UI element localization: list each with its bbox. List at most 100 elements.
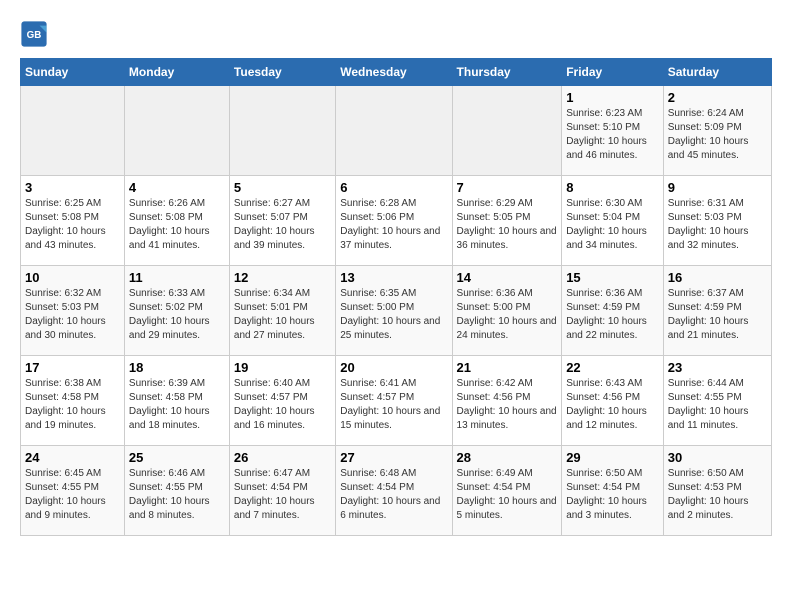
day-number: 9 bbox=[668, 180, 767, 195]
calendar-cell: 11 Sunrise: 6:33 AMSunset: 5:02 PMDayligh… bbox=[124, 266, 229, 356]
calendar-week-row: 24 Sunrise: 6:45 AMSunset: 4:55 PMDayligh… bbox=[21, 446, 772, 536]
calendar-cell: 5 Sunrise: 6:27 AMSunset: 5:07 PMDaylight… bbox=[229, 176, 335, 266]
day-info: Sunrise: 6:45 AMSunset: 4:55 PMDaylight:… bbox=[25, 467, 120, 523]
calendar-cell: 22 Sunrise: 6:43 AMSunset: 4:56 PMDayligh… bbox=[562, 356, 664, 446]
day-info: Sunrise: 6:44 AMSunset: 4:55 PMDaylight:… bbox=[668, 377, 767, 433]
calendar-cell bbox=[336, 86, 452, 176]
day-number: 4 bbox=[129, 180, 225, 195]
calendar-week-row: 17 Sunrise: 6:38 AMSunset: 4:58 PMDayligh… bbox=[21, 356, 772, 446]
page-header: GB bbox=[20, 20, 772, 48]
day-number: 5 bbox=[234, 180, 331, 195]
calendar-cell: 17 Sunrise: 6:38 AMSunset: 4:58 PMDayligh… bbox=[21, 356, 125, 446]
day-info: Sunrise: 6:47 AMSunset: 4:54 PMDaylight:… bbox=[234, 467, 331, 523]
calendar-cell: 1Sunrise: 6:23 AMSunset: 5:10 PMDaylight… bbox=[562, 86, 664, 176]
calendar-cell: 2 Sunrise: 6:24 AMSunset: 5:09 PMDaylight… bbox=[663, 86, 771, 176]
day-number: 18 bbox=[129, 360, 225, 375]
weekday-header-sunday: Sunday bbox=[21, 59, 125, 86]
day-number: 8 bbox=[566, 180, 659, 195]
day-number: 24 bbox=[25, 450, 120, 465]
calendar-cell: 14 Sunrise: 6:36 AMSunset: 5:00 PMDayligh… bbox=[452, 266, 562, 356]
day-number: 22 bbox=[566, 360, 659, 375]
logo-icon: GB bbox=[20, 20, 48, 48]
weekday-header-friday: Friday bbox=[562, 59, 664, 86]
day-info: Sunrise: 6:28 AMSunset: 5:06 PMDaylight:… bbox=[340, 197, 447, 253]
calendar-cell bbox=[229, 86, 335, 176]
day-number: 6 bbox=[340, 180, 447, 195]
calendar-cell: 24 Sunrise: 6:45 AMSunset: 4:55 PMDayligh… bbox=[21, 446, 125, 536]
calendar-cell: 30Sunrise: 6:50 AMSunset: 4:53 PMDayligh… bbox=[663, 446, 771, 536]
weekday-header-saturday: Saturday bbox=[663, 59, 771, 86]
calendar-cell bbox=[124, 86, 229, 176]
day-info: Sunrise: 6:29 AMSunset: 5:05 PMDaylight:… bbox=[457, 197, 558, 253]
day-number: 11 bbox=[129, 270, 225, 285]
day-info: Sunrise: 6:27 AMSunset: 5:07 PMDaylight:… bbox=[234, 197, 331, 253]
calendar-week-row: 1Sunrise: 6:23 AMSunset: 5:10 PMDaylight… bbox=[21, 86, 772, 176]
day-info: Sunrise: 6:30 AMSunset: 5:04 PMDaylight:… bbox=[566, 197, 659, 253]
day-info: Sunrise: 6:38 AMSunset: 4:58 PMDaylight:… bbox=[25, 377, 120, 433]
calendar-cell: 28 Sunrise: 6:49 AMSunset: 4:54 PMDayligh… bbox=[452, 446, 562, 536]
calendar-week-row: 10 Sunrise: 6:32 AMSunset: 5:03 PMDayligh… bbox=[21, 266, 772, 356]
calendar-cell: 10 Sunrise: 6:32 AMSunset: 5:03 PMDayligh… bbox=[21, 266, 125, 356]
day-info: Sunrise: 6:49 AMSunset: 4:54 PMDaylight:… bbox=[457, 467, 558, 523]
calendar-cell: 9 Sunrise: 6:31 AMSunset: 5:03 PMDaylight… bbox=[663, 176, 771, 266]
calendar-cell: 13Sunrise: 6:35 AMSunset: 5:00 PMDayligh… bbox=[336, 266, 452, 356]
day-info: Sunrise: 6:48 AMSunset: 4:54 PMDaylight:… bbox=[340, 467, 447, 523]
weekday-header-wednesday: Wednesday bbox=[336, 59, 452, 86]
calendar-cell: 21 Sunrise: 6:42 AMSunset: 4:56 PMDayligh… bbox=[452, 356, 562, 446]
calendar-cell: 4 Sunrise: 6:26 AMSunset: 5:08 PMDaylight… bbox=[124, 176, 229, 266]
day-info: Sunrise: 6:34 AMSunset: 5:01 PMDaylight:… bbox=[234, 287, 331, 343]
day-info: Sunrise: 6:31 AMSunset: 5:03 PMDaylight:… bbox=[668, 197, 767, 253]
day-number: 7 bbox=[457, 180, 558, 195]
calendar-cell: 29 Sunrise: 6:50 AMSunset: 4:54 PMDayligh… bbox=[562, 446, 664, 536]
svg-text:GB: GB bbox=[27, 30, 42, 41]
day-info: Sunrise: 6:42 AMSunset: 4:56 PMDaylight:… bbox=[457, 377, 558, 433]
calendar-cell: 8 Sunrise: 6:30 AMSunset: 5:04 PMDaylight… bbox=[562, 176, 664, 266]
calendar-cell bbox=[452, 86, 562, 176]
day-info: Sunrise: 6:37 AMSunset: 4:59 PMDaylight:… bbox=[668, 287, 767, 343]
calendar-cell: 6 Sunrise: 6:28 AMSunset: 5:06 PMDaylight… bbox=[336, 176, 452, 266]
day-info: Sunrise: 6:25 AMSunset: 5:08 PMDaylight:… bbox=[25, 197, 120, 253]
day-number: 29 bbox=[566, 450, 659, 465]
calendar-cell: 23 Sunrise: 6:44 AMSunset: 4:55 PMDayligh… bbox=[663, 356, 771, 446]
day-number: 21 bbox=[457, 360, 558, 375]
calendar-cell: 16Sunrise: 6:37 AMSunset: 4:59 PMDayligh… bbox=[663, 266, 771, 356]
calendar-table: SundayMondayTuesdayWednesdayThursdayFrid… bbox=[20, 58, 772, 536]
weekday-header-monday: Monday bbox=[124, 59, 229, 86]
day-info: Sunrise: 6:35 AMSunset: 5:00 PMDaylight:… bbox=[340, 287, 447, 343]
calendar-cell: 19 Sunrise: 6:40 AMSunset: 4:57 PMDayligh… bbox=[229, 356, 335, 446]
calendar-cell: 12 Sunrise: 6:34 AMSunset: 5:01 PMDayligh… bbox=[229, 266, 335, 356]
day-number: 17 bbox=[25, 360, 120, 375]
day-info: Sunrise: 6:33 AMSunset: 5:02 PMDaylight:… bbox=[129, 287, 225, 343]
day-info: Sunrise: 6:43 AMSunset: 4:56 PMDaylight:… bbox=[566, 377, 659, 433]
day-info: Sunrise: 6:23 AMSunset: 5:10 PMDaylight:… bbox=[566, 107, 659, 163]
day-number: 23 bbox=[668, 360, 767, 375]
calendar-cell: 3Sunrise: 6:25 AMSunset: 5:08 PMDaylight… bbox=[21, 176, 125, 266]
calendar-cell bbox=[21, 86, 125, 176]
day-info: Sunrise: 6:26 AMSunset: 5:08 PMDaylight:… bbox=[129, 197, 225, 253]
day-number: 2 bbox=[668, 90, 767, 105]
calendar-cell: 7 Sunrise: 6:29 AMSunset: 5:05 PMDaylight… bbox=[452, 176, 562, 266]
calendar-cell: 25Sunrise: 6:46 AMSunset: 4:55 PMDayligh… bbox=[124, 446, 229, 536]
day-number: 14 bbox=[457, 270, 558, 285]
day-info: Sunrise: 6:50 AMSunset: 4:53 PMDaylight:… bbox=[668, 467, 767, 523]
day-info: Sunrise: 6:39 AMSunset: 4:58 PMDaylight:… bbox=[129, 377, 225, 433]
day-info: Sunrise: 6:50 AMSunset: 4:54 PMDaylight:… bbox=[566, 467, 659, 523]
day-number: 12 bbox=[234, 270, 331, 285]
day-number: 15 bbox=[566, 270, 659, 285]
day-number: 27 bbox=[340, 450, 447, 465]
day-number: 28 bbox=[457, 450, 558, 465]
day-number: 10 bbox=[25, 270, 120, 285]
day-info: Sunrise: 6:40 AMSunset: 4:57 PMDaylight:… bbox=[234, 377, 331, 433]
day-number: 20 bbox=[340, 360, 447, 375]
day-info: Sunrise: 6:24 AMSunset: 5:09 PMDaylight:… bbox=[668, 107, 767, 163]
day-info: Sunrise: 6:36 AMSunset: 4:59 PMDaylight:… bbox=[566, 287, 659, 343]
day-number: 19 bbox=[234, 360, 331, 375]
calendar-cell: 20Sunrise: 6:41 AMSunset: 4:57 PMDayligh… bbox=[336, 356, 452, 446]
day-info: Sunrise: 6:36 AMSunset: 5:00 PMDaylight:… bbox=[457, 287, 558, 343]
calendar-cell: 27 Sunrise: 6:48 AMSunset: 4:54 PMDayligh… bbox=[336, 446, 452, 536]
day-info: Sunrise: 6:32 AMSunset: 5:03 PMDaylight:… bbox=[25, 287, 120, 343]
calendar-cell: 26Sunrise: 6:47 AMSunset: 4:54 PMDayligh… bbox=[229, 446, 335, 536]
calendar-cell: 15 Sunrise: 6:36 AMSunset: 4:59 PMDayligh… bbox=[562, 266, 664, 356]
weekday-header-tuesday: Tuesday bbox=[229, 59, 335, 86]
calendar-cell: 18 Sunrise: 6:39 AMSunset: 4:58 PMDayligh… bbox=[124, 356, 229, 446]
